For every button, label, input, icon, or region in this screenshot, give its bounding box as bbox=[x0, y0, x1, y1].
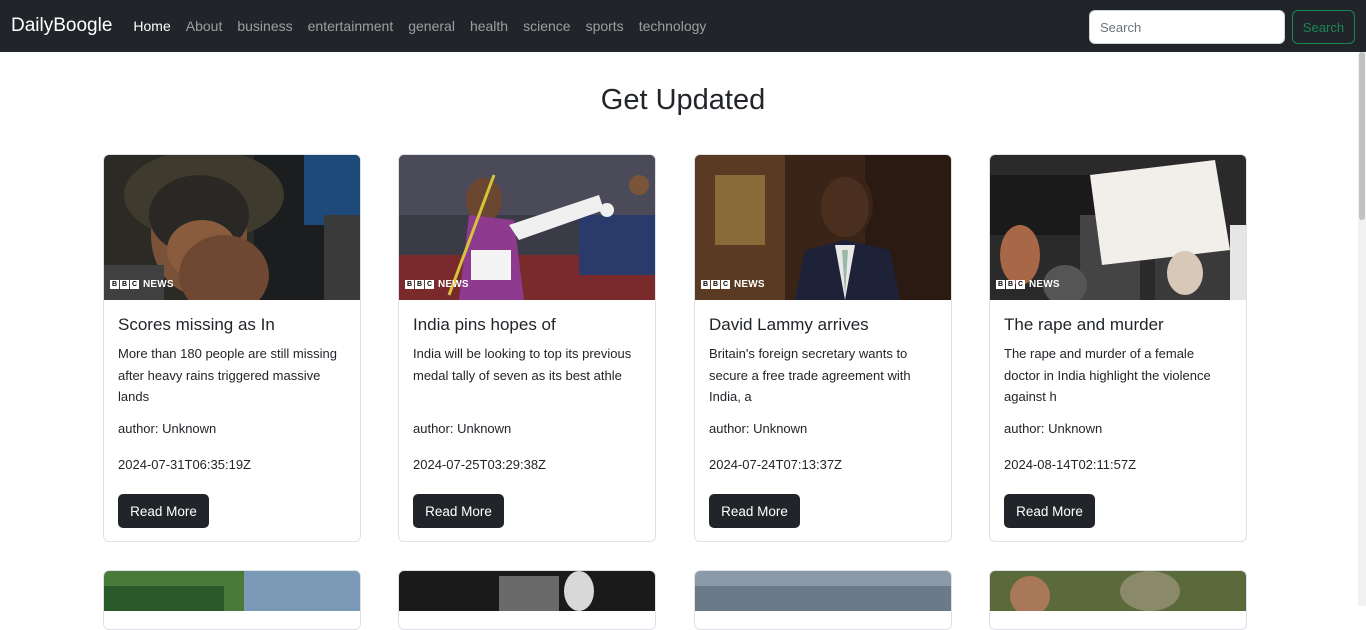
news-card-partial bbox=[398, 570, 656, 630]
nav-link-general[interactable]: general bbox=[408, 18, 455, 34]
card-date: 2024-07-31T06:35:19Z bbox=[118, 457, 251, 472]
card-date: 2024-07-25T03:29:38Z bbox=[413, 457, 546, 472]
nav-link-business[interactable]: business bbox=[237, 18, 292, 34]
card-author: author: Unknown bbox=[118, 421, 217, 436]
card-title: David Lammy arrives bbox=[709, 315, 869, 334]
bbc-news-logo: B B C NEWS bbox=[996, 279, 1060, 290]
card-description: India will be looking to top its previou… bbox=[413, 346, 632, 383]
bbc-news-logo: B B C NEWS bbox=[701, 279, 765, 290]
read-more-button[interactable]: Read More bbox=[413, 494, 504, 528]
page-heading: Get Updated bbox=[600, 84, 766, 116]
search-input[interactable] bbox=[1089, 10, 1285, 44]
scrollbar-thumb[interactable] bbox=[1359, 52, 1365, 220]
nav-link-sports[interactable]: sports bbox=[586, 18, 624, 34]
card-description: More than 180 people are still missing a… bbox=[118, 346, 337, 404]
nav-link-about[interactable]: About bbox=[186, 18, 223, 34]
card-image: B B C NEWS bbox=[695, 155, 951, 300]
brand-logo[interactable]: DailyBoogle bbox=[11, 15, 112, 37]
news-card: B B C NEWS The rape and murder The rape and… bbox=[989, 154, 1247, 542]
nav-link-technology[interactable]: technology bbox=[639, 18, 707, 34]
card-image: B B C NEWS bbox=[399, 155, 655, 300]
news-card-partial bbox=[103, 570, 361, 630]
card-author: author: Unknown bbox=[709, 421, 808, 436]
card-author: author: Unknown bbox=[1004, 421, 1103, 436]
card-title: The rape and murder bbox=[1004, 315, 1164, 334]
bbc-news-logo: B B C NEWS bbox=[110, 279, 174, 290]
search-button[interactable]: Search bbox=[1292, 10, 1355, 44]
card-date: 2024-07-24T07:13:37Z bbox=[709, 457, 842, 472]
card-title: India pins hopes of bbox=[413, 315, 556, 334]
card-image bbox=[399, 571, 655, 611]
card-description: Britain's foreign secretary wants to sec… bbox=[709, 346, 911, 404]
nav-links: Home About business entertainment genera… bbox=[133, 18, 721, 34]
news-card-partial bbox=[989, 570, 1247, 630]
nav-link-home[interactable]: Home bbox=[133, 18, 170, 34]
card-date: 2024-08-14T02:11:57Z bbox=[1004, 457, 1137, 472]
nav-link-entertainment[interactable]: entertainment bbox=[308, 18, 394, 34]
nav-link-health[interactable]: health bbox=[470, 18, 508, 34]
card-image bbox=[990, 571, 1246, 616]
card-description: The rape and murder of a female doctor i… bbox=[1004, 346, 1211, 404]
card-image bbox=[104, 571, 360, 611]
card-title: Scores missing as In bbox=[118, 315, 275, 334]
card-author: author: Unknown bbox=[413, 421, 512, 436]
news-card: B B C NEWS Scores missing as In More than 1… bbox=[103, 154, 361, 542]
nav-link-science[interactable]: science bbox=[523, 18, 570, 34]
bbc-news-logo: B B C NEWS bbox=[405, 279, 469, 290]
card-image: B B C NEWS bbox=[104, 155, 360, 300]
navbar: DailyBoogle Home About business entertai… bbox=[0, 0, 1366, 52]
card-image: B B C NEWS bbox=[990, 155, 1246, 300]
news-card-partial bbox=[694, 570, 952, 630]
page-scrollbar[interactable] bbox=[1358, 52, 1366, 606]
news-card: B B C NEWS India pins hopes of India will b… bbox=[398, 154, 656, 542]
card-image bbox=[695, 571, 951, 611]
news-card: B B C NEWS David Lammy arrives Britain's fo… bbox=[694, 154, 952, 542]
read-more-button[interactable]: Read More bbox=[118, 494, 209, 528]
read-more-button[interactable]: Read More bbox=[709, 494, 800, 528]
read-more-button[interactable]: Read More bbox=[1004, 494, 1095, 528]
